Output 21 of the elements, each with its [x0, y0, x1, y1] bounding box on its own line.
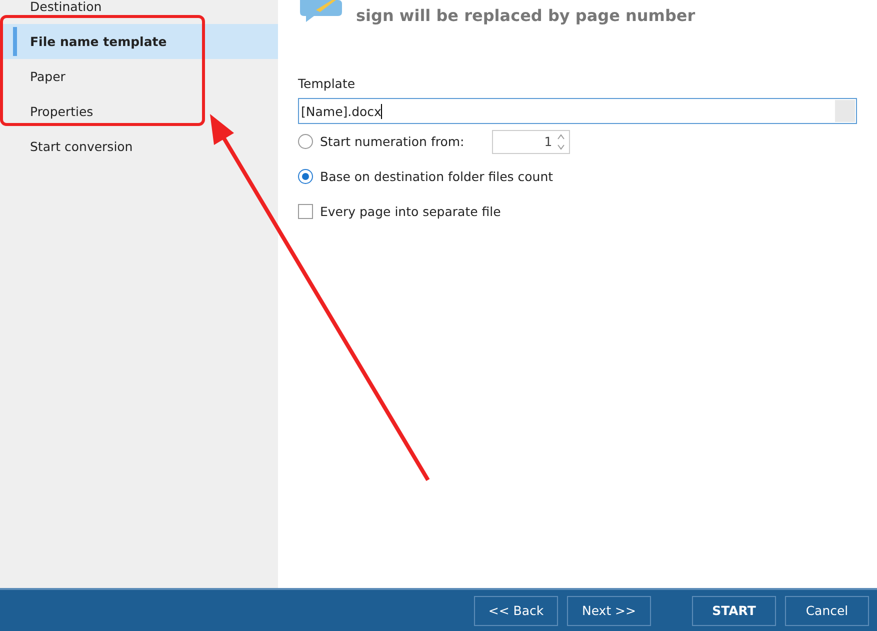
template-field[interactable]: [Name].docx — [298, 98, 857, 124]
number-spinner[interactable]: 1 — [492, 130, 570, 154]
sidebar-item[interactable]: Properties — [0, 94, 278, 129]
radio-button[interactable] — [298, 169, 313, 184]
radio-button[interactable] — [298, 134, 313, 149]
template-label: Template — [298, 76, 356, 91]
footer-button[interactable]: Cancel — [785, 596, 869, 626]
spinner-arrows-icon — [556, 132, 566, 152]
sidebar-item[interactable]: Paper — [0, 59, 278, 94]
option-label: Base on destination folder files count — [320, 169, 554, 184]
sidebar-item[interactable]: Destination — [0, 0, 278, 24]
note-pencil-icon — [298, 0, 344, 22]
footer-button[interactable]: << Back — [474, 596, 558, 626]
option-label: Start numeration from: — [320, 134, 464, 149]
footer-button[interactable]: START — [692, 596, 776, 626]
header-text: sign will be replaced by page number — [356, 6, 696, 25]
sidebar-item[interactable]: File name template — [0, 24, 278, 59]
footer-button[interactable]: Next >> — [567, 596, 651, 626]
option-label: Every page into separate file — [320, 204, 501, 219]
sidebar-item[interactable]: Start conversion — [0, 129, 278, 164]
checkbox[interactable] — [298, 204, 313, 219]
